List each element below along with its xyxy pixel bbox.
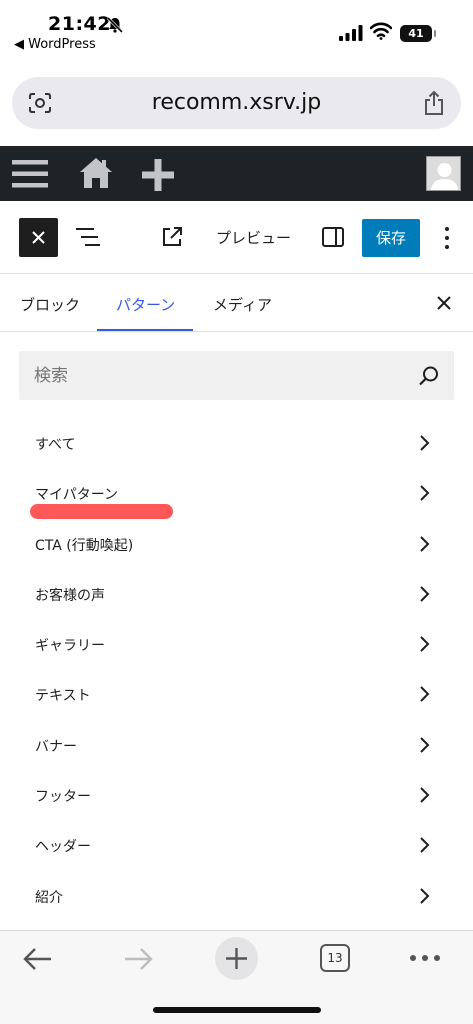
list-item-banner[interactable]: バナー xyxy=(0,719,473,769)
list-item-footer[interactable]: フッター xyxy=(0,769,473,819)
user-silhouette-icon xyxy=(431,163,458,190)
plus-icon[interactable] xyxy=(141,158,175,192)
chevron-right-icon xyxy=(420,737,430,753)
chevron-right-icon xyxy=(420,636,430,652)
chevron-right-icon xyxy=(420,787,430,803)
new-tab-button[interactable] xyxy=(215,937,258,980)
back-to-app-link[interactable]: ◀ WordPress xyxy=(14,37,96,52)
list-item-text[interactable]: テキスト xyxy=(0,668,473,718)
battery-indicator: 41 xyxy=(400,25,436,42)
pattern-search xyxy=(19,351,454,400)
list-item-label: マイパターン xyxy=(35,487,119,504)
external-link-icon[interactable] xyxy=(160,225,184,249)
user-avatar[interactable] xyxy=(426,156,461,191)
list-view-icon[interactable] xyxy=(74,224,102,250)
chevron-right-icon xyxy=(420,485,430,502)
wp-admin-bar xyxy=(0,146,473,201)
tab-count-button[interactable]: 13 xyxy=(320,944,350,972)
chevron-right-icon xyxy=(420,887,430,904)
list-item-label: 紹介 xyxy=(35,889,63,906)
home-indicator xyxy=(153,1007,321,1013)
chevron-right-icon xyxy=(420,435,430,451)
save-button[interactable]: 保存 xyxy=(362,219,420,257)
list-item-about[interactable]: 紹介 xyxy=(0,870,473,920)
list-item-label: お客様の声 xyxy=(35,587,105,604)
status-time: 21:42 xyxy=(48,13,111,35)
tab-patterns[interactable]: パターン xyxy=(116,294,175,315)
list-item-label: バナー xyxy=(35,738,77,755)
preview-button[interactable]: プレビュー xyxy=(216,227,291,248)
plus-icon xyxy=(226,948,247,969)
inserter-tabs: ブロック パターン メディア xyxy=(0,274,473,332)
hamburger-menu-icon[interactable] xyxy=(12,158,48,190)
redaction-scribble xyxy=(30,504,173,519)
wifi-icon xyxy=(370,22,392,40)
list-item-header[interactable]: ヘッダー xyxy=(0,819,473,869)
chevron-right-icon xyxy=(420,686,430,703)
list-item-label: すべて xyxy=(35,437,76,453)
forward-arrow-icon[interactable] xyxy=(122,945,154,973)
chevron-right-icon xyxy=(420,837,430,854)
chevron-right-icon xyxy=(420,586,430,602)
chevron-right-icon xyxy=(420,535,430,552)
list-item-all[interactable]: すべて xyxy=(0,417,473,467)
status-bar: 21:42 ◀ WordPress 41 xyxy=(0,0,473,60)
pattern-category-list: すべて マイパターン CTA (行動喚起) お客様の声 ギャラリー テキスト バ… xyxy=(0,417,473,920)
list-item-label: CTA (行動喚起) xyxy=(35,537,134,554)
list-item-label: テキスト xyxy=(35,688,91,705)
search-input[interactable] xyxy=(19,351,399,400)
share-icon[interactable] xyxy=(423,90,445,116)
close-icon xyxy=(32,231,45,244)
more-options-icon[interactable] xyxy=(441,225,453,251)
list-item-label: ギャラリー xyxy=(35,638,105,655)
home-icon[interactable] xyxy=(79,156,113,190)
close-inserter-button[interactable] xyxy=(19,218,58,257)
back-arrow-icon[interactable] xyxy=(22,945,54,973)
tab-media[interactable]: メディア xyxy=(213,294,272,315)
settings-sidebar-icon[interactable] xyxy=(321,225,345,249)
cellular-signal-icon xyxy=(339,25,363,41)
close-icon[interactable] xyxy=(435,294,453,312)
tab-blocks[interactable]: ブロック xyxy=(20,294,80,315)
more-menu-icon[interactable] xyxy=(409,953,441,963)
browser-url-bar[interactable]: recomm.xsrv.jp xyxy=(12,77,461,129)
active-tab-indicator xyxy=(97,329,193,331)
url-text[interactable]: recomm.xsrv.jp xyxy=(12,90,461,115)
search-icon[interactable] xyxy=(418,365,440,387)
list-item-gallery[interactable]: ギャラリー xyxy=(0,618,473,668)
editor-toolbar: プレビュー 保存 xyxy=(0,201,473,274)
bell-slash-icon xyxy=(106,16,124,34)
list-item-label: ヘッダー xyxy=(35,839,91,856)
list-item-cta[interactable]: CTA (行動喚起) xyxy=(0,518,473,568)
list-item-label: フッター xyxy=(35,789,91,806)
list-item-testimonials[interactable]: お客様の声 xyxy=(0,568,473,618)
